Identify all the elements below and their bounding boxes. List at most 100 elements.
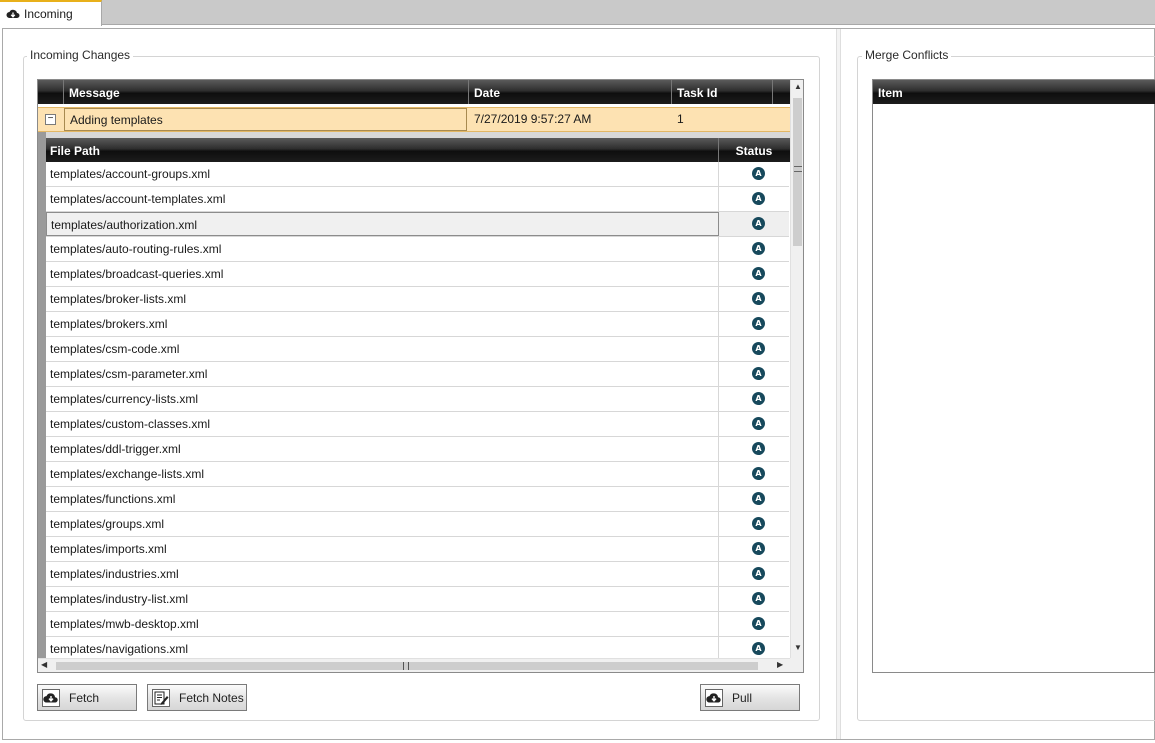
file-row[interactable]: templates/brokers.xml A (46, 312, 789, 337)
added-status-icon: A (752, 217, 765, 230)
detail-indent-bar (38, 132, 46, 672)
horizontal-scrollbar[interactable]: ◀ ▶ (38, 658, 790, 672)
file-status: A (719, 162, 789, 186)
file-status: A (719, 587, 789, 611)
file-path: templates/broadcast-queries.xml (46, 262, 719, 286)
file-status: A (719, 512, 789, 536)
added-status-icon: A (752, 167, 765, 180)
file-row[interactable]: templates/auto-routing-rules.xml A (46, 237, 789, 262)
header-message[interactable]: Message (64, 80, 469, 104)
header-expander-col (38, 80, 64, 104)
file-path: templates/imports.xml (46, 537, 719, 561)
file-row[interactable]: templates/authorization.xml A (46, 212, 789, 237)
file-row[interactable]: templates/industries.xml A (46, 562, 789, 587)
notes-edit-icon (152, 688, 170, 707)
scroll-corner (790, 658, 803, 672)
vertical-scrollbar[interactable]: ▲ ▼ (790, 80, 803, 658)
file-row[interactable]: templates/imports.xml A (46, 537, 789, 562)
file-path: templates/authorization.xml (46, 212, 719, 236)
file-status: A (719, 287, 789, 311)
file-path: templates/industries.xml (46, 562, 719, 586)
header-status[interactable]: Status (719, 138, 789, 162)
file-path: templates/groups.xml (46, 512, 719, 536)
file-row[interactable]: templates/ddl-trigger.xml A (46, 437, 789, 462)
file-status: A (719, 212, 789, 236)
file-status: A (719, 562, 789, 586)
header-item[interactable]: Item (873, 80, 1155, 104)
pull-button[interactable]: Pull (700, 684, 800, 711)
added-status-icon: A (752, 267, 765, 280)
file-path: templates/csm-code.xml (46, 337, 719, 361)
tab-label: Incoming (24, 7, 73, 21)
file-path: templates/currency-lists.xml (46, 387, 719, 411)
header-date[interactable]: Date (469, 80, 672, 104)
file-status: A (719, 312, 789, 336)
incoming-grid: Message Date Task Id − Adding templates … (37, 79, 804, 673)
scroll-left-icon[interactable]: ◀ (41, 660, 47, 669)
file-grid-header: File Path Status (46, 138, 790, 162)
added-status-icon: A (752, 392, 765, 405)
file-status: A (719, 237, 789, 261)
file-row[interactable]: templates/mwb-desktop.xml A (46, 612, 789, 637)
merge-conflicts-label: Merge Conflicts (862, 48, 952, 62)
added-status-icon: A (752, 517, 765, 530)
file-status: A (719, 387, 789, 411)
added-status-icon: A (752, 242, 765, 255)
file-row[interactable]: templates/currency-lists.xml A (46, 387, 789, 412)
header-file-path[interactable]: File Path (46, 138, 719, 162)
file-status: A (719, 187, 789, 211)
file-row[interactable]: templates/functions.xml A (46, 487, 789, 512)
file-status: A (719, 412, 789, 436)
scroll-up-icon[interactable]: ▲ (794, 82, 802, 91)
header-task-id[interactable]: Task Id (672, 80, 773, 104)
file-path: templates/ddl-trigger.xml (46, 437, 719, 461)
file-row[interactable]: templates/groups.xml A (46, 512, 789, 537)
file-path: templates/custom-classes.xml (46, 412, 719, 436)
file-row[interactable]: templates/broker-lists.xml A (46, 287, 789, 312)
fetch-notes-button[interactable]: Fetch Notes (147, 684, 247, 711)
scroll-thumb[interactable] (793, 98, 802, 246)
fetch-notes-label: Fetch Notes (179, 690, 244, 705)
file-status: A (719, 487, 789, 511)
file-status: A (719, 612, 789, 636)
file-status: A (719, 362, 789, 386)
added-status-icon: A (752, 342, 765, 355)
file-row[interactable]: templates/csm-code.xml A (46, 337, 789, 362)
file-row[interactable]: templates/csm-parameter.xml A (46, 362, 789, 387)
commit-row[interactable]: − Adding templates 7/27/2019 9:57:27 AM … (38, 107, 790, 132)
added-status-icon: A (752, 492, 765, 505)
scroll-right-icon[interactable]: ▶ (777, 660, 783, 669)
merge-grid-header: Item (873, 80, 1155, 104)
file-row[interactable]: templates/exchange-lists.xml A (46, 462, 789, 487)
file-path: templates/exchange-lists.xml (46, 462, 719, 486)
file-path: templates/broker-lists.xml (46, 287, 719, 311)
tab-incoming[interactable]: Incoming (0, 0, 102, 26)
file-path: templates/brokers.xml (46, 312, 719, 336)
fetch-label: Fetch (69, 690, 100, 705)
file-status: A (719, 537, 789, 561)
cloud-download-icon (6, 7, 20, 21)
file-path: templates/auto-routing-rules.xml (46, 237, 719, 261)
fetch-button[interactable]: Fetch (37, 684, 137, 711)
file-path: templates/account-templates.xml (46, 187, 719, 211)
splitter[interactable] (836, 29, 841, 739)
file-status: A (719, 337, 789, 361)
cloud-download-icon (705, 688, 723, 707)
added-status-icon: A (752, 367, 765, 380)
scroll-down-icon[interactable]: ▼ (794, 643, 802, 652)
file-row[interactable]: templates/industry-list.xml A (46, 587, 789, 612)
file-path: templates/csm-parameter.xml (46, 362, 719, 386)
file-row[interactable]: templates/custom-classes.xml A (46, 412, 789, 437)
added-status-icon: A (752, 292, 765, 305)
collapse-icon[interactable]: − (45, 114, 56, 125)
file-status: A (719, 437, 789, 461)
pull-label: Pull (732, 690, 753, 705)
added-status-icon: A (752, 592, 765, 605)
file-status: A (719, 262, 789, 286)
hscroll-grip-icon (403, 662, 409, 670)
file-row[interactable]: templates/account-templates.xml A (46, 187, 789, 212)
added-status-icon: A (752, 567, 765, 580)
file-row[interactable]: templates/broadcast-queries.xml A (46, 262, 789, 287)
file-row[interactable]: templates/account-groups.xml A (46, 162, 789, 187)
file-grid: File Path Status templates/account-group… (46, 138, 790, 672)
